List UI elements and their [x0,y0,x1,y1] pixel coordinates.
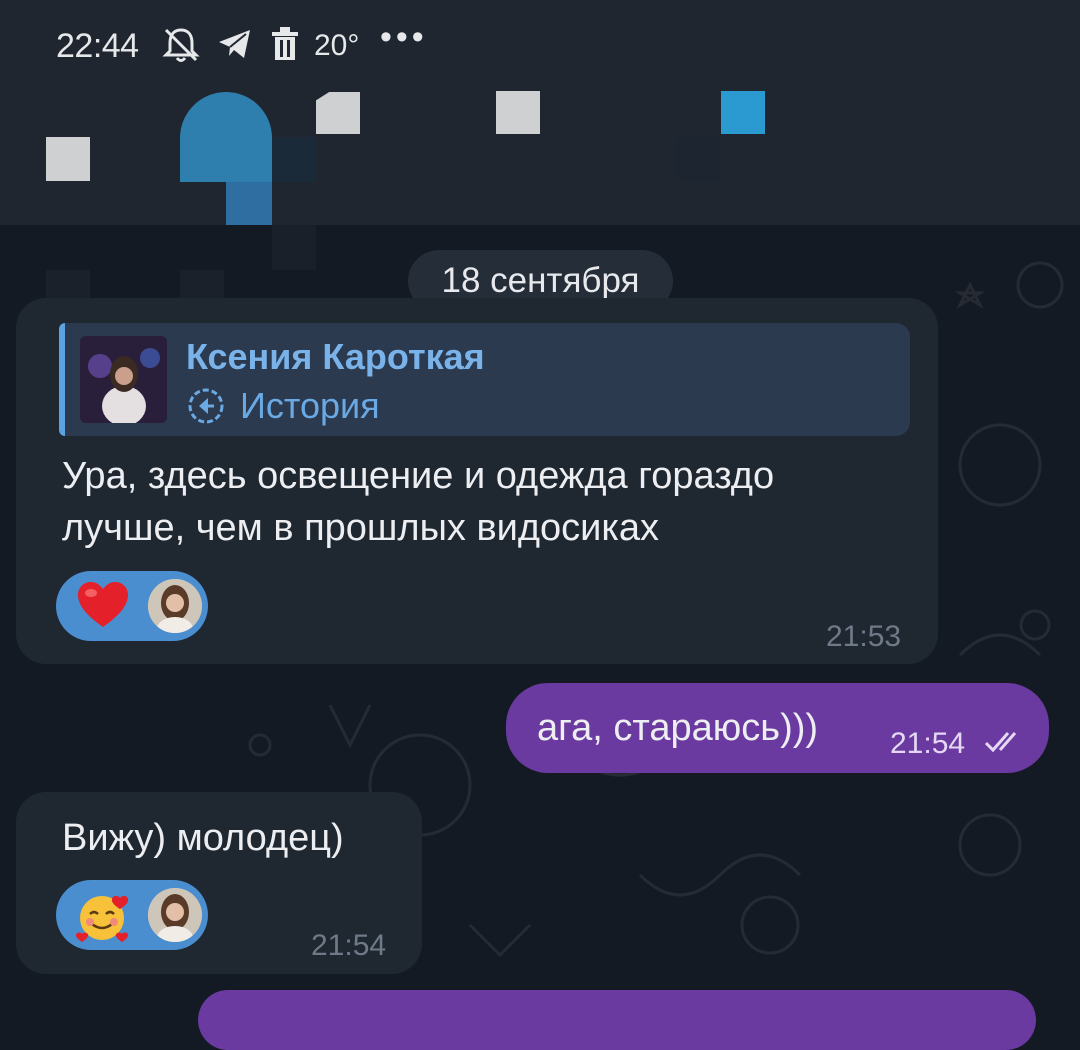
status-temperature: 20° [314,29,360,62]
message-text-line: Ура, здесь освещение и одежда гораздо [62,455,775,497]
pixelated-block [721,91,765,134]
pixelated-block [272,137,316,182]
message-time: 21:53 [826,620,902,653]
message-time: 21:54 [311,929,387,962]
reactor-avatar [148,579,202,633]
story-reply-icon [188,388,224,424]
reactor-avatar [148,888,202,942]
heart-icon [78,582,128,627]
smiling-face-with-hearts-icon [76,895,129,942]
pixelated-block [676,137,720,181]
outgoing-message-bubble-partial[interactable] [198,990,1036,1050]
double-check-icon [984,732,1017,753]
message-time: 21:54 [890,727,966,760]
pixelated-block [316,92,360,134]
trash-icon [272,27,298,60]
pixelated-avatar [180,92,272,182]
message-text: Вижу) молодец) [62,817,344,859]
telegram-icon [219,30,250,58]
story-thumbnail[interactable] [80,336,167,423]
reply-subtitle: История [240,385,380,426]
status-time: 22:44 [56,27,139,65]
reaction-pill[interactable] [56,571,208,641]
message-text-line: лучше, чем в прошлых видосиках [62,507,659,549]
reply-author-name: Ксения Кароткая [186,336,485,377]
status-overflow-dots: ••• [380,18,428,56]
pixelated-block [46,137,90,181]
status-bar: 22:44 20° ••• [0,0,1080,225]
message-text: ага, стараюсь))) [537,707,819,749]
bell-muted-icon [162,28,200,62]
reaction-pill[interactable] [56,880,208,950]
pixelated-block [226,182,272,225]
pixelated-block [496,91,540,134]
